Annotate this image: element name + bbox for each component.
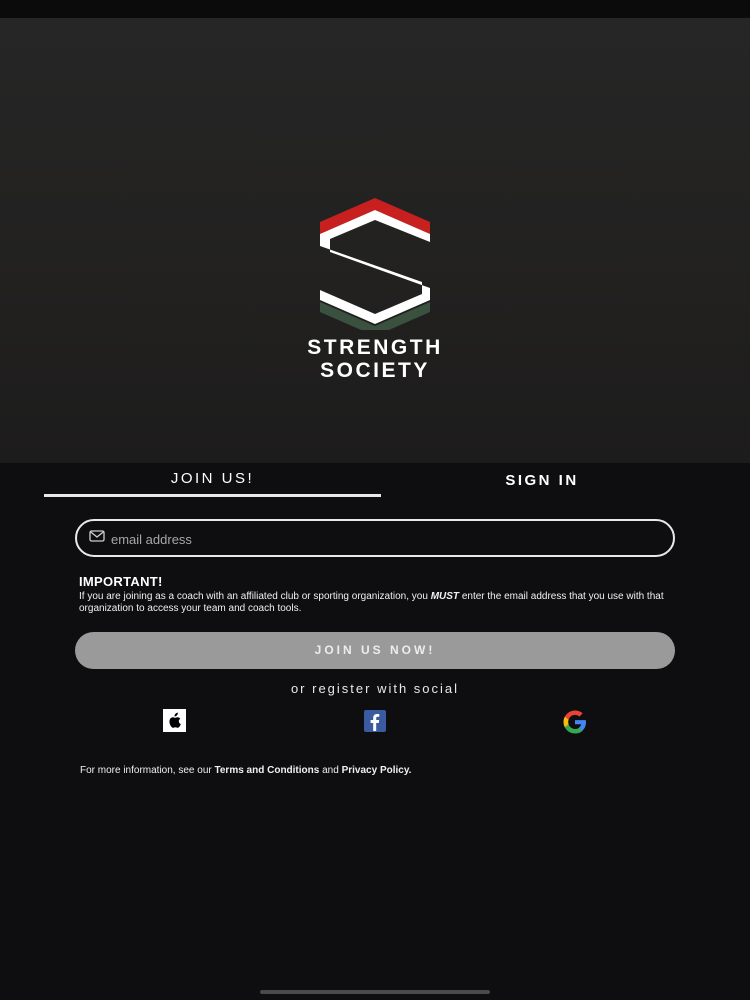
important-heading: IMPORTANT! <box>79 574 163 589</box>
brand-name-line2: SOCIETY <box>320 359 430 382</box>
google-signin-button[interactable] <box>562 709 586 734</box>
important-text-before: If you are joining as a coach with an af… <box>79 591 428 602</box>
strength-society-logo-icon <box>320 198 430 330</box>
important-emphasis: MUST <box>430 591 460 602</box>
important-note: If you are joining as a coach with an af… <box>79 591 679 615</box>
tab-sign-in[interactable]: SIGN IN <box>375 465 709 501</box>
footer-prefix: For more information, see our <box>80 765 212 776</box>
facebook-icon <box>364 710 386 732</box>
join-us-now-button[interactable]: JOIN US NOW! <box>75 632 675 669</box>
auth-tabs: JOIN US! SIGN IN <box>0 463 750 503</box>
terms-link[interactable]: Terms and Conditions <box>215 765 320 776</box>
footer-note: For more information, see our Terms and … <box>80 765 411 776</box>
brand-logo: STRENGTH SOCIETY <box>300 190 450 390</box>
apple-icon <box>169 712 181 728</box>
footer-and: and <box>322 765 339 776</box>
envelope-icon <box>89 530 105 542</box>
google-icon <box>563 710 586 734</box>
email-field[interactable] <box>75 519 675 557</box>
status-bar <box>0 0 750 18</box>
brand-name-line1: STRENGTH <box>307 336 443 359</box>
privacy-link[interactable]: Privacy Policy. <box>342 765 412 776</box>
tab-join-us[interactable]: JOIN US! <box>44 463 381 497</box>
home-indicator[interactable] <box>260 990 490 994</box>
email-input[interactable] <box>109 525 663 553</box>
facebook-signin-button[interactable] <box>363 709 387 733</box>
apple-signin-button[interactable] <box>163 709 186 732</box>
social-register-label: or register with social <box>290 681 460 696</box>
